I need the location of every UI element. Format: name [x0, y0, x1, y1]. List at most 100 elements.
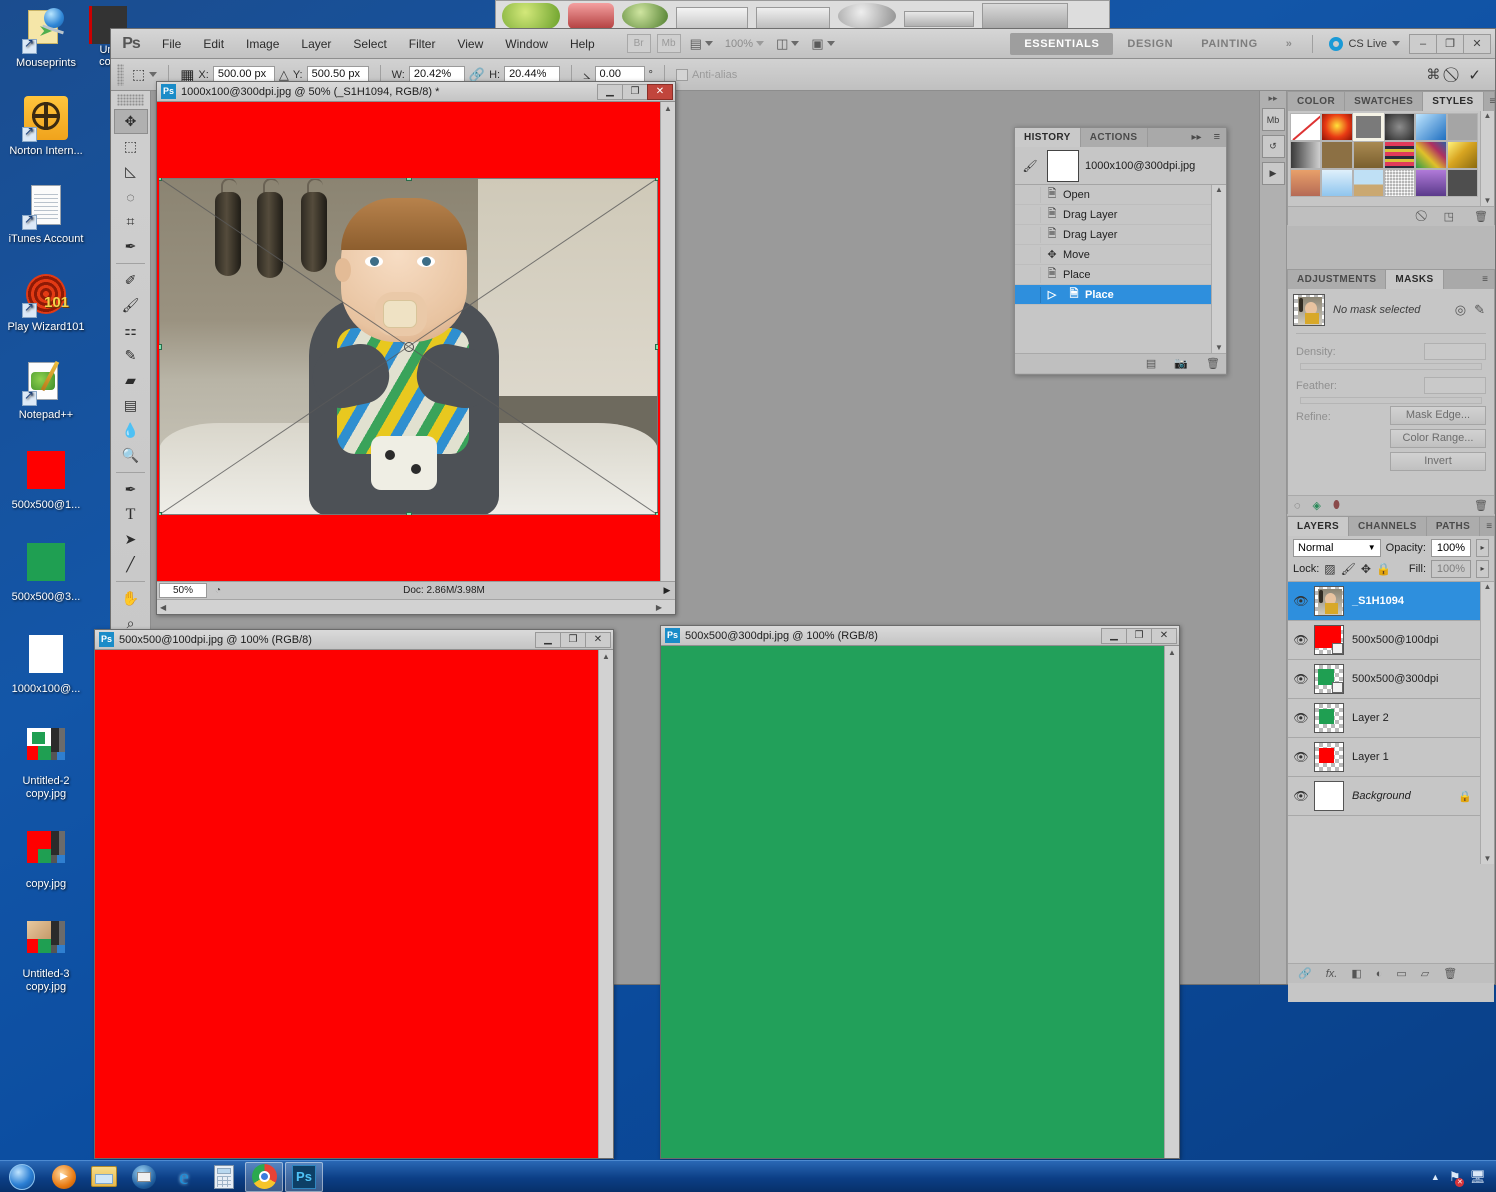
- new-layer-icon[interactable]: ▱: [1421, 967, 1429, 980]
- close-button[interactable]: ✕: [647, 83, 673, 100]
- crop-tool[interactable]: ⌗: [114, 209, 148, 234]
- type-tool[interactable]: T: [114, 502, 148, 527]
- rectangular-marquee-tool[interactable]: ⬚: [114, 134, 148, 159]
- style-swatch-12[interactable]: [1446, 141, 1478, 169]
- vertical-scrollbar[interactable]: ▲ ▼: [660, 102, 675, 596]
- menu-edit[interactable]: Edit: [192, 29, 235, 59]
- document-title-bar[interactable]: Ps 500x500@100dpi.jpg @ 100% (RGB/8) ▁ ❐…: [95, 630, 613, 650]
- lock-image-icon[interactable]: 🖌: [1341, 562, 1356, 576]
- tab-channels[interactable]: CHANNELS: [1349, 517, 1427, 536]
- minimize-button[interactable]: ▁: [1101, 627, 1127, 644]
- document-window-500x500-300dpi[interactable]: Ps 500x500@300dpi.jpg @ 100% (RGB/8) ▁ ❐…: [660, 625, 1180, 1159]
- link-layers-icon[interactable]: 🔗: [1298, 967, 1312, 980]
- desktop-icon-play-wizard101[interactable]: 101 Play Wizard101: [6, 270, 86, 334]
- hand-tool[interactable]: ✋: [114, 586, 148, 611]
- mini-bridge-button[interactable]: Mb: [656, 34, 681, 53]
- move-tool-icon[interactable]: ⬚: [132, 66, 145, 83]
- blend-mode-select[interactable]: Normal ▼: [1293, 539, 1381, 557]
- layer-visibility-icon[interactable]: 👁: [1288, 750, 1314, 764]
- style-swatch-10[interactable]: [1384, 141, 1416, 169]
- tab-masks[interactable]: MASKS: [1386, 270, 1444, 289]
- close-button[interactable]: ✕: [1463, 33, 1491, 54]
- layer-list[interactable]: 👁 _S1H1094 👁 500x500@100dpi 👁 500x500@30…: [1288, 581, 1494, 864]
- add-vector-mask-icon[interactable]: ✎: [1474, 302, 1485, 318]
- layer-thumbnail[interactable]: [1314, 664, 1344, 694]
- mini-bridge-icon[interactable]: Mb: [1261, 108, 1285, 131]
- transform-handle-s[interactable]: [405, 512, 412, 515]
- expand-dock-icon[interactable]: ▸▸: [1260, 91, 1286, 104]
- style-swatch-18[interactable]: [1446, 169, 1478, 197]
- workspace-painting[interactable]: PAINTING: [1187, 33, 1272, 55]
- screen-mode-button[interactable]: ▣: [811, 36, 835, 52]
- delete-mask-icon[interactable]: 🗑: [1474, 499, 1488, 512]
- style-swatch-none[interactable]: [1290, 113, 1322, 141]
- history-panel[interactable]: HISTORY ACTIONS ▸▸ ≡ 🖌 1000x100@300dpi.j…: [1014, 127, 1227, 375]
- history-brush-toggle[interactable]: [1017, 266, 1041, 283]
- transform-handle-nw[interactable]: [159, 178, 162, 181]
- density-slider[interactable]: [1300, 363, 1482, 370]
- feather-slider[interactable]: [1300, 397, 1482, 404]
- styles-scrollbar[interactable]: ▲ ▼: [1480, 111, 1494, 206]
- transform-handle-n[interactable]: [405, 178, 412, 181]
- fill-slider-arrow[interactable]: ▸: [1476, 560, 1489, 578]
- delete-icon[interactable]: 🗑: [1206, 357, 1220, 370]
- status-menu-icon[interactable]: ◔: [207, 585, 229, 596]
- eyedropper-tool[interactable]: ✒: [114, 234, 148, 259]
- history-scrollbar[interactable]: ▲ ▼: [1211, 185, 1226, 353]
- layer-row[interactable]: 👁 Layer 1: [1288, 738, 1480, 777]
- style-swatch-16[interactable]: [1384, 169, 1416, 197]
- taskbar-internet-explorer[interactable]: e: [165, 1162, 203, 1192]
- layer-visibility-icon[interactable]: 👁: [1288, 633, 1314, 647]
- layers-panel[interactable]: LAYERS CHANNELS PATHS ≡ Normal ▼ Opacity…: [1287, 516, 1496, 1002]
- menu-image[interactable]: Image: [235, 29, 290, 59]
- style-swatch-14[interactable]: [1321, 169, 1353, 197]
- minimize-button[interactable]: ▁: [535, 631, 561, 648]
- history-item[interactable]: 🗎 Drag Layer: [1015, 225, 1211, 245]
- eraser-tool[interactable]: ▰: [114, 368, 148, 393]
- transform-center-point[interactable]: [403, 341, 414, 352]
- tab-layers[interactable]: LAYERS: [1288, 517, 1350, 536]
- panel-menu-icon[interactable]: ≡: [1484, 92, 1496, 111]
- panel-menu-icon[interactable]: ≡: [1476, 270, 1494, 289]
- layer-thumbnail[interactable]: [1314, 586, 1344, 616]
- scroll-down-icon[interactable]: ▼: [1212, 343, 1226, 352]
- arrange-documents-button[interactable]: ◫: [776, 36, 800, 52]
- anti-alias-checkbox[interactable]: [675, 68, 688, 81]
- transform-handle-sw[interactable]: [159, 512, 162, 515]
- transform-handle-w[interactable]: [159, 343, 162, 350]
- desktop-icon-mouseprints[interactable]: Mouseprints: [6, 6, 86, 70]
- style-swatch-17[interactable]: [1415, 169, 1447, 197]
- scroll-right-icon[interactable]: ▶: [653, 603, 665, 612]
- desktop-icon-500x500-100dpi[interactable]: 500x500@1...: [6, 448, 86, 512]
- scroll-left-icon[interactable]: ◀: [157, 603, 169, 612]
- history-brush-source-icon[interactable]: 🖌: [1019, 159, 1041, 173]
- workspace-overflow-button[interactable]: »: [1272, 33, 1307, 55]
- style-swatch-9[interactable]: [1352, 141, 1384, 169]
- lock-position-icon[interactable]: ✥: [1361, 562, 1371, 576]
- workspace-design[interactable]: DESIGN: [1113, 33, 1187, 55]
- document-title-bar[interactable]: Ps 500x500@300dpi.jpg @ 100% (RGB/8) ▁ ❐…: [661, 626, 1179, 646]
- close-button[interactable]: ✕: [585, 631, 611, 648]
- taskbar-google-chrome[interactable]: [245, 1161, 283, 1192]
- layer-thumbnail[interactable]: [1314, 781, 1344, 811]
- menu-file[interactable]: File: [151, 29, 192, 59]
- scroll-up-icon[interactable]: ▲: [1481, 111, 1494, 120]
- styles-swatch-area[interactable]: ▲ ▼: [1288, 111, 1494, 206]
- tab-styles[interactable]: STYLES: [1423, 92, 1484, 111]
- pen-tool[interactable]: ✒: [114, 477, 148, 502]
- warp-icon[interactable]: ⌘: [1426, 66, 1440, 83]
- zoom-level-display[interactable]: 100%: [725, 38, 765, 50]
- style-swatch-15[interactable]: [1352, 169, 1384, 197]
- opacity-input[interactable]: 100%: [1431, 539, 1471, 557]
- style-swatch-4[interactable]: [1384, 113, 1416, 141]
- restore-button[interactable]: ❐: [560, 631, 586, 648]
- desktop-icon-itunes-account[interactable]: iTunes Account: [6, 182, 86, 246]
- show-hidden-icons-button[interactable]: ▲: [1431, 1172, 1440, 1182]
- panel-menu-icon[interactable]: ≡: [1480, 517, 1496, 536]
- taskbar-thunderbird[interactable]: [125, 1162, 163, 1192]
- disable-mask-icon[interactable]: ⬮: [1333, 499, 1340, 512]
- lock-all-icon[interactable]: 🔒: [1376, 562, 1391, 576]
- chevron-down-icon[interactable]: [149, 72, 158, 77]
- tab-adjustments[interactable]: ADJUSTMENTS: [1288, 270, 1387, 289]
- document-canvas[interactable]: [661, 646, 1164, 1158]
